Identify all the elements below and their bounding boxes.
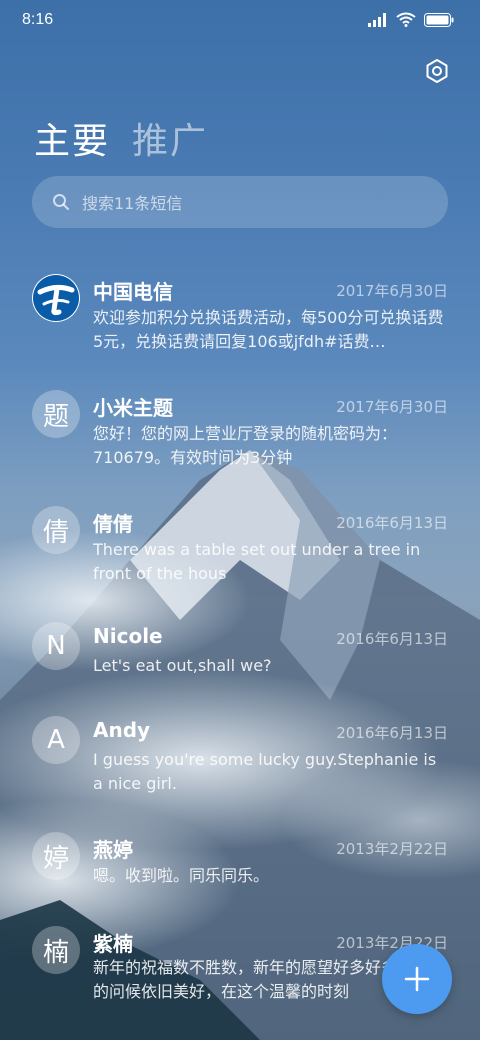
tab-main[interactable]: 主要 xyxy=(34,112,110,164)
conversation-name: 燕婷 xyxy=(93,838,133,862)
wifi-icon xyxy=(396,12,416,27)
conversation-date: 2016年6月13日 xyxy=(336,724,448,742)
status-icons xyxy=(368,12,454,27)
settings-button[interactable] xyxy=(420,54,454,88)
new-message-button[interactable] xyxy=(382,944,452,1014)
avatar: A xyxy=(32,716,80,764)
conversation-name: Andy xyxy=(93,718,151,742)
signal-icon xyxy=(368,12,386,27)
conversation-name: 小米主题 xyxy=(93,396,173,420)
avatar: 楠 xyxy=(32,926,80,974)
conversation-date: 2017年6月30日 xyxy=(336,398,448,416)
plus-icon xyxy=(404,966,430,992)
conversation-preview: 欢迎参加积分兑换话费活动，每500分可兑换话费5元，兑换话费请回复106或jfd… xyxy=(93,308,444,351)
status-time: 8:16 xyxy=(22,11,54,28)
search-placeholder: 搜索11条短信 xyxy=(82,194,183,213)
conversation-preview: 您好！您的网上营业厅登录的随机密码为：710679。有效时间为3分钟 xyxy=(93,424,398,467)
avatar: 题 xyxy=(32,390,80,438)
avatar: N xyxy=(32,622,80,670)
conversation-item[interactable]: 题 小米主题 2017年6月30日 您好！您的网上营业厅登录的随机密码为：710… xyxy=(0,384,480,480)
tab-bar: 主要 推广 xyxy=(34,112,208,164)
conversation-preview: I guess you're some lucky guy.Stephanie … xyxy=(93,750,437,793)
conversation-item[interactable]: A Andy 2016年6月13日 I guess you're some lu… xyxy=(0,710,480,806)
search-input[interactable]: 搜索11条短信 xyxy=(32,176,448,228)
battery-icon xyxy=(424,12,454,27)
conversation-date: 2016年6月13日 xyxy=(336,630,448,648)
conversation-name: Nicole xyxy=(93,624,163,648)
conversation-name: 中国电信 xyxy=(93,280,173,304)
conversation-item[interactable]: 婷 燕婷 2013年2月22日 嗯。收到啦。同乐同乐。 xyxy=(0,826,480,898)
conversation-item[interactable]: N Nicole 2016年6月13日 Let's eat out,shall … xyxy=(0,616,480,688)
conversation-preview: There was a table set out under a tree i… xyxy=(93,540,421,583)
search-icon xyxy=(53,194,69,210)
conversation-name: 倩倩 xyxy=(93,512,133,536)
gear-icon xyxy=(426,59,448,83)
conversation-item[interactable]: 中国电信 2017年6月30日 欢迎参加积分兑换话费活动，每500分可兑换话费5… xyxy=(0,268,480,364)
china-telecom-logo-icon xyxy=(33,275,79,321)
avatar: 婷 xyxy=(32,832,80,880)
avatar: 倩 xyxy=(32,506,80,554)
conversation-item[interactable]: 倩 倩倩 2016年6月13日 There was a table set ou… xyxy=(0,500,480,596)
conversation-preview: Let's eat out,shall we? xyxy=(93,656,272,675)
status-bar: 8:16 xyxy=(0,0,480,42)
conversation-name: 紫楠 xyxy=(93,932,133,956)
telecom-logo-avatar xyxy=(32,274,80,322)
tab-promotions[interactable]: 推广 xyxy=(132,112,208,164)
conversation-date: 2017年6月30日 xyxy=(336,282,448,300)
conversation-preview: 嗯。收到啦。同乐同乐。 xyxy=(93,866,270,885)
conversation-date: 2013年2月22日 xyxy=(336,840,448,858)
conversation-date: 2016年6月13日 xyxy=(336,514,448,532)
